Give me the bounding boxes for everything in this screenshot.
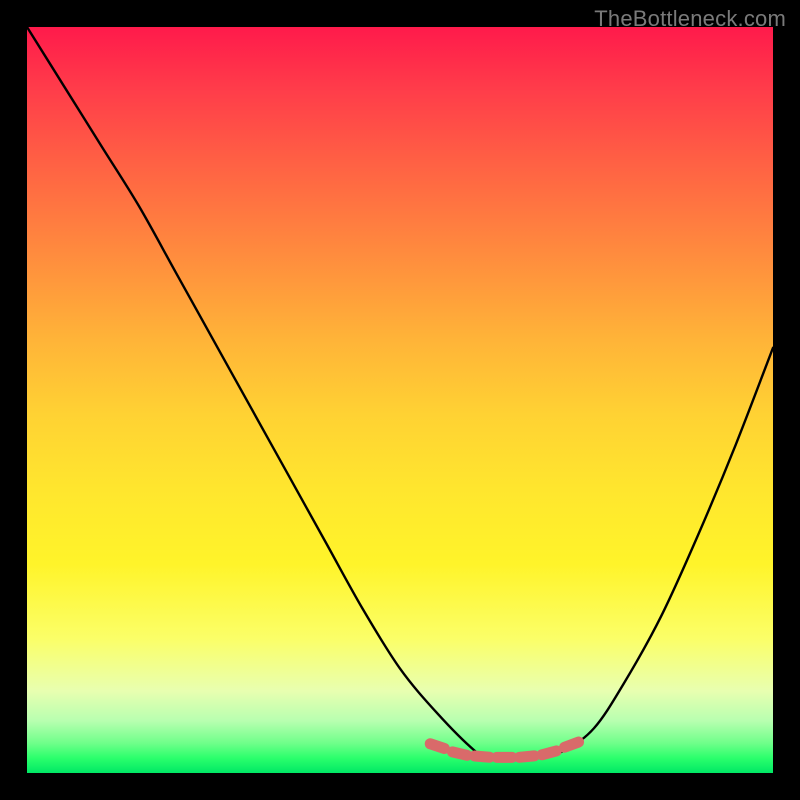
plot-area bbox=[27, 27, 773, 773]
chart-frame: TheBottleneck.com bbox=[0, 0, 800, 800]
dash-marker bbox=[491, 752, 517, 763]
dash-marker bbox=[446, 745, 474, 762]
dash-marker bbox=[513, 750, 540, 764]
bottom-dash-markers bbox=[423, 735, 585, 763]
dash-marker bbox=[469, 750, 496, 763]
curve-layer bbox=[27, 27, 773, 773]
dash-marker bbox=[535, 744, 563, 761]
bottleneck-curve bbox=[27, 27, 773, 759]
dash-marker bbox=[557, 735, 585, 754]
